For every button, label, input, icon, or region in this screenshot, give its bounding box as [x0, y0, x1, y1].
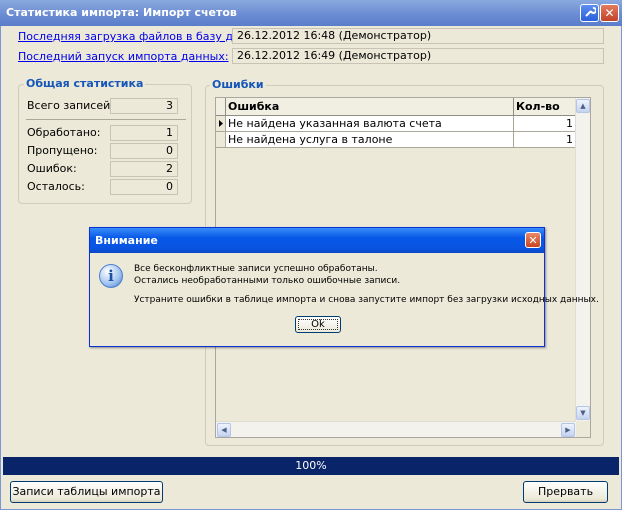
errors-count-label: Ошибок:	[27, 162, 77, 175]
stats-group-title: Общая статистика	[24, 77, 146, 90]
errors-count-value: 2	[110, 161, 178, 177]
vertical-scrollbar[interactable]: ▲ ▼	[575, 98, 590, 421]
column-header-count[interactable]: Кол-во	[514, 98, 576, 115]
window-title: Статистика импорта: Импорт счетов	[6, 6, 237, 19]
processed-label: Обработано:	[27, 126, 101, 139]
dialog-message-line3: Устраните ошибки в таблице импорта и сно…	[134, 295, 599, 305]
horizontal-scrollbar[interactable]: ◀ ▶	[216, 421, 576, 437]
ok-button[interactable]: Ok	[295, 316, 341, 333]
abort-button[interactable]: Прервать	[523, 481, 608, 503]
message-dialog: Внимание ✕ i Все бесконфликтные записи у…	[89, 227, 599, 347]
window-titlebar[interactable]: Статистика импорта: Импорт счетов ✕	[0, 0, 622, 26]
dialog-message-line1: Все бесконфликтные записи успешно обрабо…	[134, 264, 378, 274]
table-row[interactable]: Не найдена указанная валюта счета 1	[216, 116, 576, 132]
dialog-close-button[interactable]: ✕	[525, 232, 541, 248]
row-indicator	[216, 132, 226, 148]
arrow-down-icon: ▼	[580, 409, 586, 417]
remaining-value: 0	[110, 179, 178, 195]
grid-header-indicator	[216, 98, 226, 115]
scroll-up-button[interactable]: ▲	[576, 99, 590, 113]
wrench-icon	[584, 6, 597, 21]
table-cell-count[interactable]: 1	[514, 132, 576, 148]
total-records-value: 3	[110, 98, 178, 114]
grid-header: Ошибка Кол-во	[216, 98, 576, 116]
tools-button[interactable]	[580, 4, 599, 22]
scroll-right-button[interactable]: ▶	[561, 423, 575, 437]
remaining-label: Осталось:	[27, 180, 85, 193]
import-records-button[interactable]: Записи таблицы импорта	[10, 481, 163, 503]
table-cell-error[interactable]: Не найдена указанная валюта счета	[226, 116, 514, 132]
row-indicator	[216, 116, 226, 132]
processed-value: 1	[110, 125, 178, 141]
last-files-load-value: 26.12.2012 16:48 (Демонстратор)	[232, 28, 604, 44]
table-cell-count[interactable]: 1	[514, 116, 576, 132]
skipped-label: Пропущено:	[27, 144, 98, 157]
scroll-left-button[interactable]: ◀	[217, 423, 231, 437]
arrow-left-icon: ◀	[221, 426, 227, 434]
arrow-right-icon: ▶	[565, 426, 571, 434]
dialog-titlebar[interactable]: Внимание ✕	[90, 228, 544, 253]
last-import-value: 26.12.2012 16:49 (Демонстратор)	[232, 48, 604, 64]
arrow-up-icon: ▲	[580, 102, 586, 110]
errors-group-title: Ошибки	[210, 78, 266, 91]
import-progress-bar: 100%	[3, 457, 619, 475]
last-import-link[interactable]: Последний запуск импорта данных:	[18, 50, 229, 63]
table-cell-error[interactable]: Не найдена услуга в талоне	[226, 132, 514, 148]
table-row[interactable]: Не найдена услуга в талоне 1	[216, 132, 576, 148]
scroll-down-button[interactable]: ▼	[576, 406, 590, 420]
skipped-value: 0	[110, 143, 178, 159]
column-header-error[interactable]: Ошибка	[226, 98, 514, 115]
total-records-label: Всего записей:	[27, 99, 114, 112]
current-row-arrow-icon	[219, 120, 223, 127]
progress-label: 100%	[295, 459, 327, 472]
close-icon: ✕	[528, 233, 538, 247]
info-icon: i	[99, 264, 123, 288]
stats-divider	[26, 119, 186, 120]
window-close-button[interactable]: ✕	[600, 4, 619, 22]
close-icon: ✕	[604, 6, 615, 20]
dialog-message-line2: Остались необработанными только ошибочны…	[134, 276, 401, 286]
dialog-title: Внимание	[95, 234, 158, 247]
